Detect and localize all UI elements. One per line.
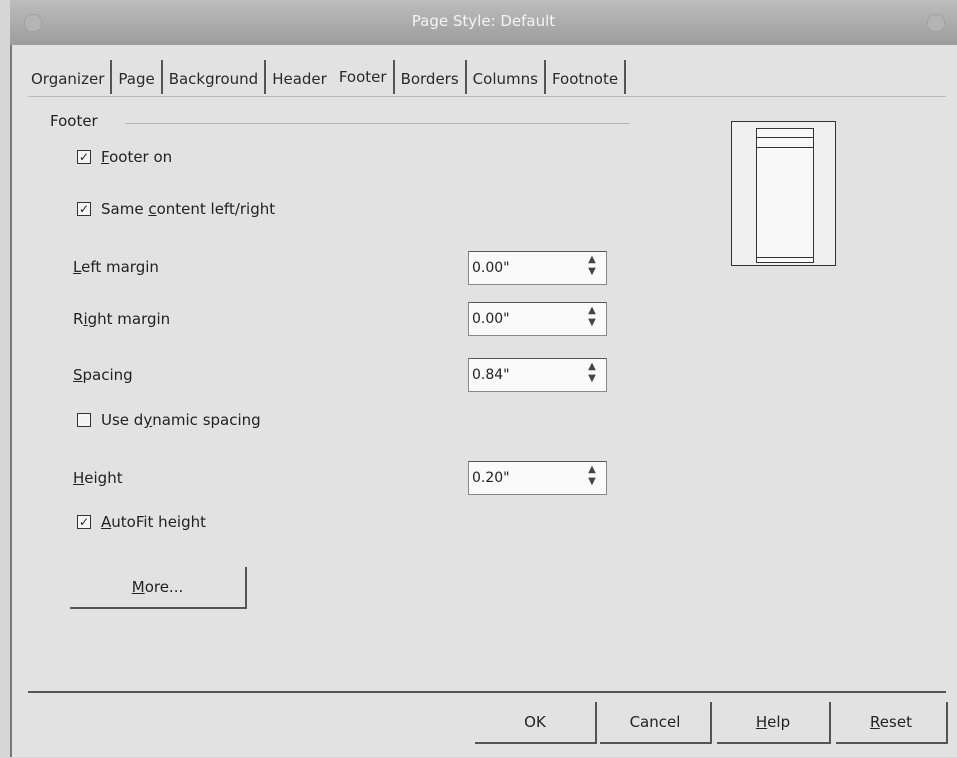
dynamic-spacing-checkbox[interactable]: Use dynamic spacing bbox=[77, 411, 261, 429]
tab-footnote[interactable]: Footnote bbox=[546, 60, 627, 94]
checkbox-checked-icon: ✓ bbox=[77, 202, 91, 216]
height-spinbox[interactable]: 0.20" ▲ ▼ bbox=[468, 461, 607, 495]
spin-arrows-icon[interactable]: ▲ ▼ bbox=[584, 361, 600, 389]
same-content-label: Same content left/right bbox=[101, 200, 276, 218]
ok-button[interactable]: OK bbox=[475, 702, 597, 744]
tab-footer[interactable]: Footer bbox=[332, 60, 393, 92]
left-margin-value[interactable]: 0.00" bbox=[472, 260, 510, 276]
spacing-spinbox[interactable]: 0.84" ▲ ▼ bbox=[468, 358, 607, 392]
tab-borders[interactable]: Borders bbox=[392, 60, 467, 94]
left-margin-spinbox[interactable]: 0.00" ▲ ▼ bbox=[468, 251, 607, 285]
right-margin-spinbox[interactable]: 0.00" ▲ ▼ bbox=[468, 302, 607, 336]
checkbox-unchecked-icon bbox=[77, 413, 91, 427]
left-margin-label: Left margin bbox=[73, 258, 159, 276]
close-icon[interactable] bbox=[927, 14, 945, 32]
checkbox-checked-icon: ✓ bbox=[77, 150, 91, 164]
checkbox-checked-icon: ✓ bbox=[77, 515, 91, 529]
spacing-value[interactable]: 0.84" bbox=[472, 367, 510, 383]
preview-footer-line bbox=[757, 257, 813, 258]
autofit-height-checkbox[interactable]: ✓ AutoFit height bbox=[77, 513, 206, 531]
same-content-checkbox[interactable]: ✓ Same content left/right bbox=[77, 200, 275, 218]
spin-arrows-icon[interactable]: ▲ ▼ bbox=[584, 464, 600, 492]
cancel-button[interactable]: Cancel bbox=[600, 702, 712, 744]
tab-organizer[interactable]: Organizer bbox=[25, 60, 113, 94]
tab-header[interactable]: Header bbox=[266, 60, 333, 94]
title-bar[interactable]: Page Style: Default bbox=[10, 0, 957, 46]
page-preview bbox=[731, 121, 836, 266]
right-margin-value[interactable]: 0.00" bbox=[472, 311, 510, 327]
tab-columns[interactable]: Columns bbox=[467, 60, 546, 94]
window-title: Page Style: Default bbox=[411, 12, 556, 30]
autofit-height-label: AutoFit height bbox=[101, 513, 206, 531]
right-margin-label: Right margin bbox=[73, 310, 171, 328]
help-button[interactable]: Help bbox=[717, 702, 831, 744]
spin-arrows-icon[interactable]: ▲ ▼ bbox=[584, 305, 600, 333]
preview-page bbox=[756, 128, 814, 263]
spin-arrows-icon[interactable]: ▲ ▼ bbox=[584, 254, 600, 282]
dynamic-spacing-label: Use dynamic spacing bbox=[101, 411, 261, 429]
tab-bar: Organizer Page Background Header Footer … bbox=[25, 60, 627, 94]
spacing-label: Spacing bbox=[73, 366, 133, 384]
height-label: Height bbox=[73, 469, 123, 487]
section-legend: Footer bbox=[50, 112, 98, 130]
section-divider bbox=[125, 123, 630, 124]
footer-on-label: Footer on bbox=[101, 148, 173, 166]
height-value[interactable]: 0.20" bbox=[472, 470, 510, 486]
more-button[interactable]: More... bbox=[70, 567, 247, 609]
tab-background[interactable]: Background bbox=[163, 60, 267, 94]
preview-margin-line bbox=[757, 147, 813, 148]
preview-margin-line bbox=[757, 137, 813, 138]
tab-page[interactable]: Page bbox=[112, 60, 163, 94]
footer-on-checkbox[interactable]: ✓ Footer on bbox=[77, 148, 172, 166]
reset-button[interactable]: Reset bbox=[836, 702, 948, 744]
